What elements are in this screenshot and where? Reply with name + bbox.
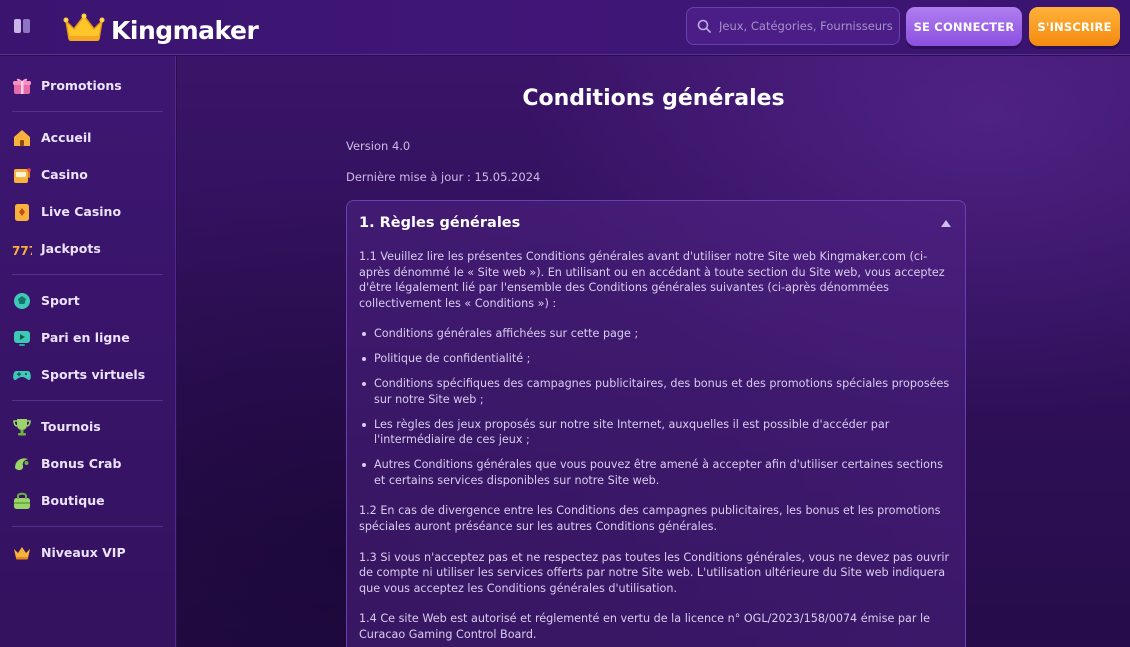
page-title: Conditions générales xyxy=(522,86,785,111)
accordion-header[interactable]: 1. Règles générales xyxy=(347,201,965,245)
section-body: 1.1 Veuillez lire les présentes Conditio… xyxy=(347,245,965,642)
sidebar: Promotions Accueil Casino Live Casino 77… xyxy=(0,56,176,647)
paragraph-1-2: 1.2 En cas de divergence entre les Condi… xyxy=(359,504,941,533)
paragraph-1-3: 1.3 Si vous n'acceptez pas et ne respect… xyxy=(359,550,950,595)
logo[interactable]: Kingmaker xyxy=(63,8,259,48)
top-header: Kingmaker SE CONNECTER S'INSCRIRE xyxy=(0,0,1130,55)
card-icon xyxy=(12,202,32,222)
gift-icon xyxy=(12,76,32,96)
version-text: Version 4.0 xyxy=(346,139,411,153)
crown-logo-icon xyxy=(63,13,105,41)
tv-icon xyxy=(12,328,32,348)
nav-group-promotions: Promotions xyxy=(0,56,175,108)
sidebar-item-tournois[interactable]: Tournois xyxy=(0,408,175,445)
last-updated-text: Dernière mise à jour : 15.05.2024 xyxy=(346,170,541,184)
search-input[interactable] xyxy=(719,19,894,33)
divider xyxy=(12,274,163,275)
paragraph-1-4: 1.4 Ce site Web est autorisé et réglemen… xyxy=(359,612,930,641)
section-title: 1. Règles générales xyxy=(359,215,521,231)
login-button[interactable]: SE CONNECTER xyxy=(906,7,1022,46)
gamepad-icon xyxy=(12,365,32,385)
trophy-icon xyxy=(12,417,32,437)
list-item: Les règles des jeux proposés sur notre s… xyxy=(359,417,953,448)
shop-bag-icon xyxy=(12,491,32,511)
brand-name: Kingmaker xyxy=(111,15,259,45)
sidebar-item-accueil[interactable]: Accueil xyxy=(0,119,175,156)
ball-icon xyxy=(12,291,32,311)
conditions-list: Conditions générales affichées sur cette… xyxy=(359,326,953,488)
slot-machine-icon xyxy=(12,165,32,185)
main-content: Conditions générales Version 4.0 Dernièr… xyxy=(177,56,1130,647)
jackpot-777-icon: 777 xyxy=(12,239,32,259)
sidebar-item-pari-en-ligne[interactable]: Pari en ligne xyxy=(0,319,175,356)
search-box[interactable] xyxy=(686,7,900,45)
sidebar-item-sports-virtuels[interactable]: Sports virtuels xyxy=(0,356,175,393)
sidebar-item-sport[interactable]: Sport xyxy=(0,282,175,319)
sidebar-toggle-icon[interactable] xyxy=(13,17,31,35)
sidebar-item-live-casino[interactable]: Live Casino xyxy=(0,193,175,230)
sidebar-item-promotions[interactable]: Promotions xyxy=(0,67,175,104)
svg-text:777: 777 xyxy=(12,244,32,258)
list-item: Conditions générales affichées sur cette… xyxy=(359,326,953,342)
home-icon xyxy=(12,128,32,148)
list-item: Autres Conditions générales que vous pou… xyxy=(359,457,953,488)
divider xyxy=(12,400,163,401)
search-icon xyxy=(697,19,711,33)
nav-group-sport: Sport Pari en ligne Sports virtuels xyxy=(0,278,175,397)
sidebar-item-niveaux-vip[interactable]: Niveaux VIP xyxy=(0,534,175,571)
list-item: Politique de confidentialité ; xyxy=(359,351,953,367)
divider xyxy=(12,526,163,527)
sidebar-item-casino[interactable]: Casino xyxy=(0,156,175,193)
list-item: Conditions spécifiques des campagnes pub… xyxy=(359,376,953,407)
sidebar-item-jackpots[interactable]: 777 Jackpots xyxy=(0,230,175,267)
sidebar-item-boutique[interactable]: Boutique xyxy=(0,482,175,519)
nav-group-casino: Accueil Casino Live Casino 777 Jackpots xyxy=(0,115,175,271)
nav-group-extras: Tournois Bonus Crab Boutique xyxy=(0,404,175,523)
paragraph-1-1: 1.1 Veuillez lire les présentes Conditio… xyxy=(359,250,945,310)
register-button[interactable]: S'INSCRIRE xyxy=(1029,7,1120,46)
chevron-up-icon[interactable] xyxy=(941,219,951,227)
accordion-section-general-rules: 1. Règles générales 1.1 Veuillez lire le… xyxy=(346,200,966,647)
nav-group-vip: Niveaux VIP xyxy=(0,530,175,575)
divider xyxy=(12,111,163,112)
sidebar-item-bonus-crab[interactable]: Bonus Crab xyxy=(0,445,175,482)
crown-icon xyxy=(12,543,32,563)
crab-icon xyxy=(12,454,32,474)
